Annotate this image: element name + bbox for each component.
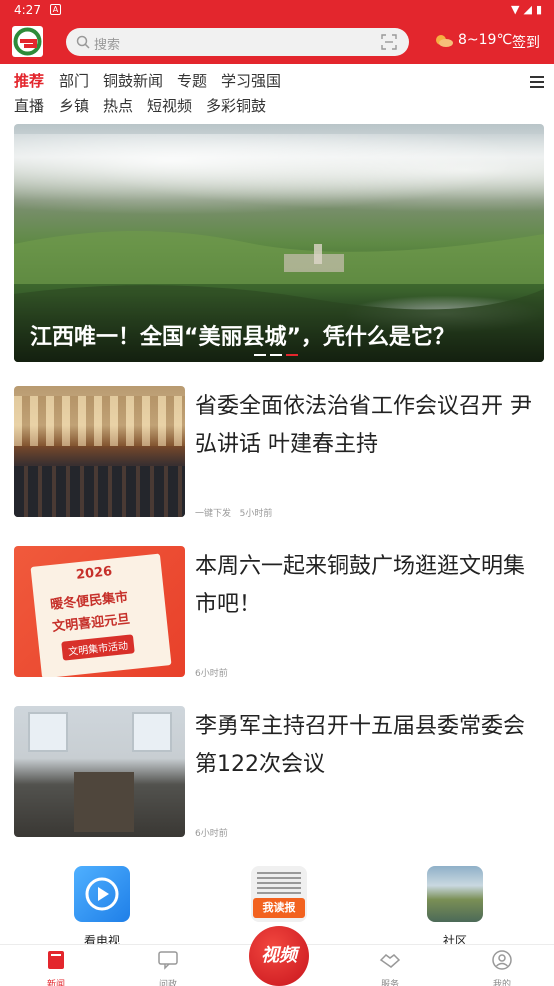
nav-news[interactable]: 新闻 bbox=[36, 949, 76, 986]
news-thumbnail bbox=[14, 386, 185, 517]
status-bar: 4:27 A ▼ ◢ ▮ bbox=[0, 0, 554, 22]
news-meta: 6小时前 bbox=[195, 826, 228, 839]
meeting-room-window bbox=[132, 712, 172, 752]
news-meta: 6小时前 bbox=[195, 666, 228, 679]
app-logo[interactable] bbox=[12, 26, 43, 57]
notification-icon: A bbox=[50, 4, 61, 15]
tab-recommend[interactable]: 推荐 bbox=[14, 70, 44, 91]
newspaper-lines bbox=[257, 872, 301, 894]
battery-icon: ▮ bbox=[535, 3, 542, 16]
news-time: 6小时前 bbox=[195, 829, 228, 839]
shortcut-read-newspaper[interactable]: 我读报 bbox=[251, 866, 307, 922]
search-placeholder: 搜索 bbox=[94, 38, 121, 53]
meeting-table bbox=[74, 772, 134, 832]
weather-widget[interactable]: 8~19℃ bbox=[434, 32, 512, 48]
app-screen: 4:27 A ▼ ◢ ▮ 搜索 8~19℃ 签到 推荐 部门 铜鼓新闻 专题 学… bbox=[0, 0, 554, 986]
news-title: 李勇军主持召开十五届县委常委会第122次会议 bbox=[195, 714, 526, 777]
checkin-button[interactable]: 签到 bbox=[512, 32, 540, 52]
wifi-icon: ▼ bbox=[511, 3, 520, 16]
channel-tabs: 推荐 部门 铜鼓新闻 专题 学习强国 直播 乡镇 热点 短视频 多彩铜鼓 bbox=[0, 64, 554, 122]
search-icon bbox=[76, 35, 90, 49]
nav-label: 我的 bbox=[492, 980, 511, 986]
nav-label: 问政 bbox=[158, 980, 177, 986]
nav-services[interactable]: 服务 bbox=[370, 949, 410, 986]
tab-tonggu-news[interactable]: 铜鼓新闻 bbox=[103, 70, 163, 91]
shortcut-watch-tv[interactable]: 看电视 bbox=[74, 866, 130, 949]
meeting-room-window bbox=[28, 712, 68, 752]
scan-icon[interactable] bbox=[381, 34, 397, 50]
weather-cloud-icon bbox=[436, 35, 453, 47]
nav-label: 服务 bbox=[380, 980, 399, 986]
signal-icon: ◢ bbox=[523, 3, 532, 16]
shortcut-community[interactable]: 社区 bbox=[427, 866, 483, 949]
news-book-icon bbox=[48, 951, 64, 969]
landscape-icon bbox=[427, 866, 483, 922]
nav-mine[interactable]: 我的 bbox=[482, 949, 522, 986]
news-time: 5小时前 bbox=[239, 509, 273, 519]
tab-hot[interactable]: 热点 bbox=[103, 95, 133, 116]
newspaper-icon: 我读报 bbox=[251, 866, 307, 922]
handshake-icon bbox=[379, 954, 401, 968]
newspaper-badge: 我读报 bbox=[253, 898, 305, 918]
news-time: 6小时前 bbox=[195, 669, 228, 679]
weather-temp: 8~19℃ bbox=[458, 32, 513, 48]
tab-short-video[interactable]: 短视频 bbox=[147, 95, 192, 116]
tab-departments[interactable]: 部门 bbox=[59, 70, 89, 91]
user-icon bbox=[492, 950, 512, 970]
carousel-indicator bbox=[254, 354, 298, 356]
status-time: 4:27 bbox=[14, 3, 41, 17]
news-meta: 一键下发 5小时前 bbox=[195, 506, 272, 519]
news-title: 本周六一起来铜鼓广场逛逛文明集市吧！ bbox=[195, 554, 526, 617]
tab-colorful-tonggu[interactable]: 多彩铜鼓 bbox=[206, 95, 266, 116]
banner-carousel[interactable]: 江西唯一！全国“美丽县城”，凭什么是它？ bbox=[14, 124, 544, 362]
nav-label: 新闻 bbox=[46, 980, 65, 986]
tab-townships[interactable]: 乡镇 bbox=[59, 95, 89, 116]
chat-monitor-icon bbox=[158, 951, 178, 970]
tab-live[interactable]: 直播 bbox=[14, 95, 44, 116]
news-item[interactable]: 省委全面依法治省工作会议召开 尹弘讲话 叶建春主持 一键下发 5小时前 bbox=[0, 386, 554, 526]
news-source: 一键下发 bbox=[195, 509, 232, 519]
news-title: 省委全面依法治省工作会议召开 尹弘讲话 叶建春主持 bbox=[195, 394, 532, 457]
tab-xuexi-qiangguo[interactable]: 学习强国 bbox=[221, 70, 281, 91]
meeting-attendees bbox=[14, 466, 185, 517]
nav-inquiry[interactable]: 问政 bbox=[148, 949, 188, 986]
banner-title: 江西唯一！全国“美丽县城”，凭什么是它？ bbox=[30, 325, 455, 350]
news-item[interactable]: 李勇军主持召开十五届县委常委会第122次会议 6小时前 bbox=[0, 706, 554, 846]
video-center-button[interactable]: 视频 bbox=[249, 926, 309, 986]
news-thumbnail: 2026 暖冬便民集市 文明喜迎元旦 文明集市活动 bbox=[14, 546, 185, 677]
tv-play-icon bbox=[74, 866, 130, 922]
news-item[interactable]: 2026 暖冬便民集市 文明喜迎元旦 文明集市活动 本周六一起来铜鼓广场逛逛文明… bbox=[0, 546, 554, 686]
search-bar[interactable]: 搜索 bbox=[66, 28, 409, 56]
tab-topics[interactable]: 专题 bbox=[177, 70, 207, 91]
meeting-hall-backdrop bbox=[14, 396, 185, 446]
news-thumbnail bbox=[14, 706, 185, 837]
menu-icon[interactable] bbox=[530, 76, 544, 88]
top-header: 4:27 A ▼ ◢ ▮ 搜索 8~19℃ 签到 bbox=[0, 0, 554, 64]
status-icons: ▼ ◢ ▮ bbox=[511, 3, 542, 16]
